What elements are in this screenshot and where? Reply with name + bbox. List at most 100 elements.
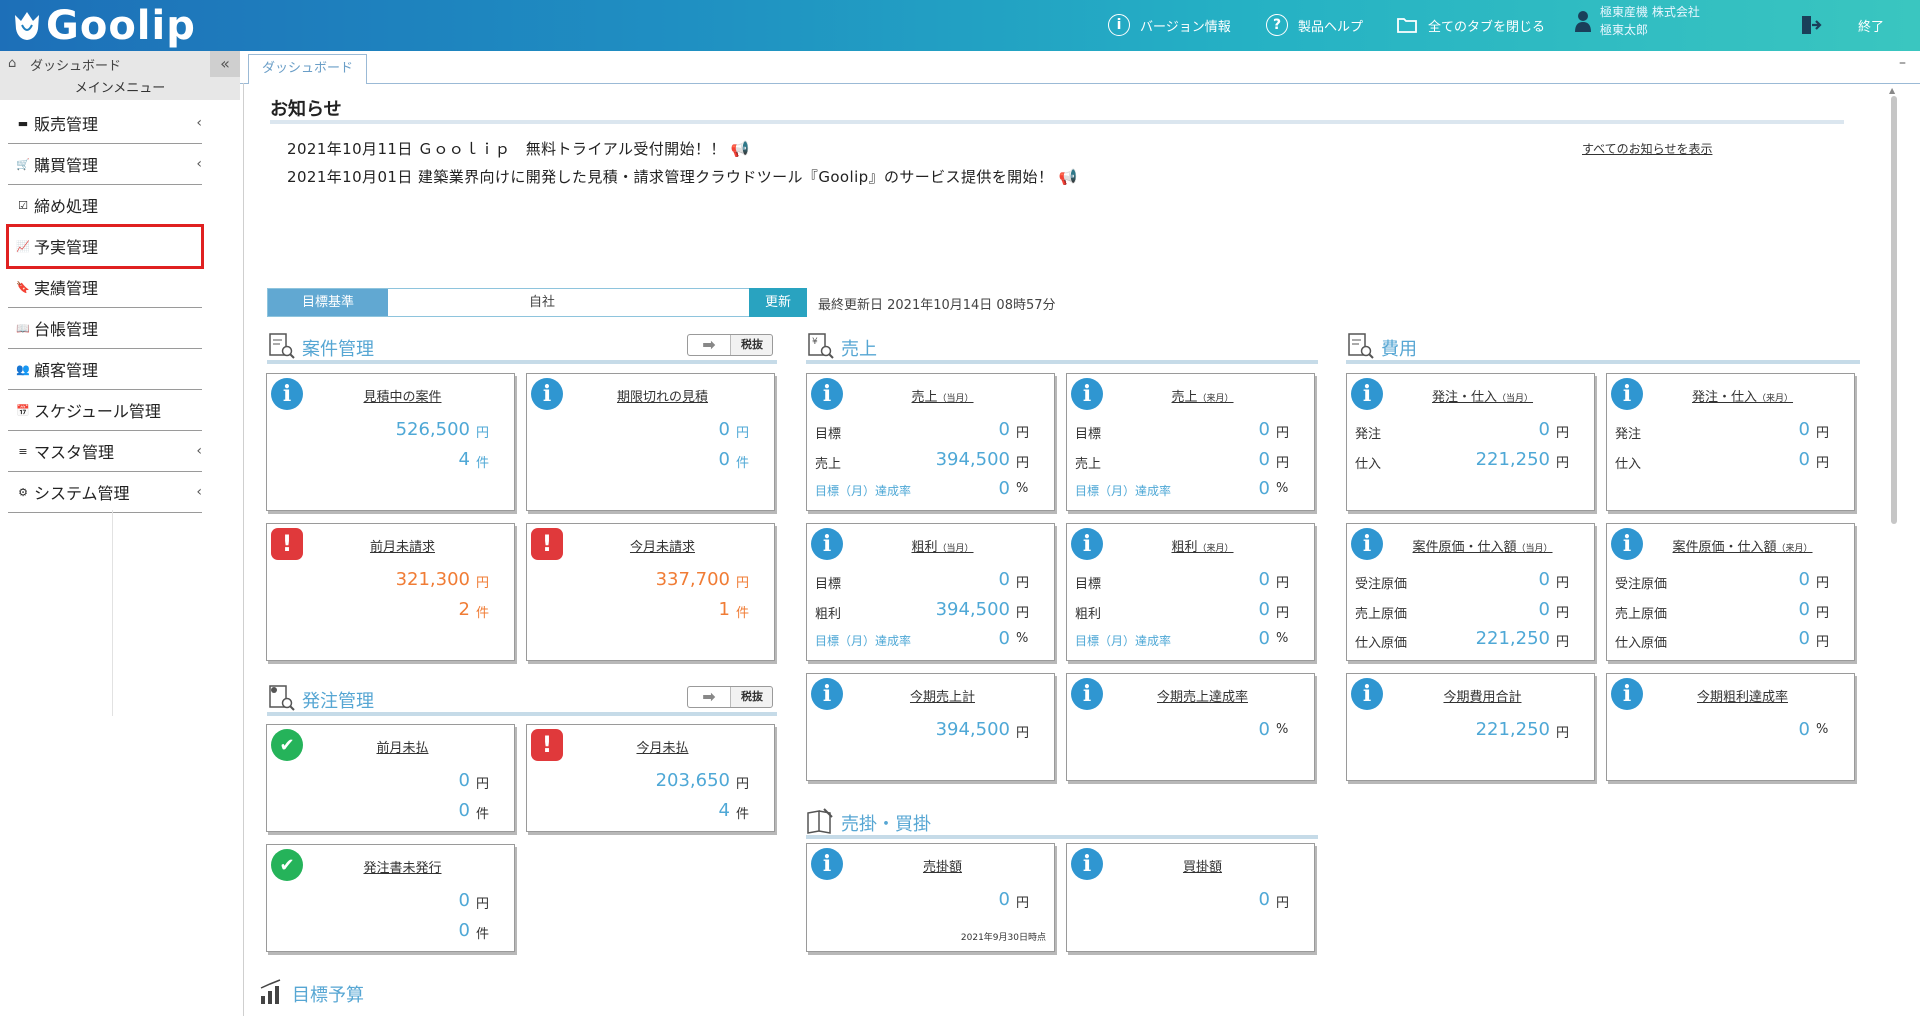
card-title-link[interactable]: 案件原価・仕入額（来月） bbox=[1647, 536, 1838, 555]
minimize-button[interactable]: – bbox=[1899, 55, 1906, 71]
double-chevron-left-icon: « bbox=[220, 54, 230, 73]
sidebar-collapse-button[interactable]: « bbox=[210, 51, 240, 77]
scroll-up-arrow-icon[interactable]: ▲ bbox=[1889, 86, 1895, 95]
row-label: 売上 bbox=[815, 457, 842, 472]
goolip-logo[interactable]: Goolip bbox=[12, 3, 196, 49]
card-title-link[interactable]: 売上（来月） bbox=[1107, 386, 1298, 405]
notice-item[interactable]: 2021年10月11日 Ｇｏｏｌｉｐ 無料トライアル受付開始！！ 📢 bbox=[287, 138, 750, 159]
card-title-link[interactable]: 今月未請求 bbox=[567, 536, 758, 555]
card-title-link[interactable]: 今期売上計 bbox=[847, 686, 1038, 705]
unit-label: % bbox=[1816, 722, 1829, 737]
row-label: 売上 bbox=[1075, 457, 1102, 472]
unit-label: 円 bbox=[1816, 606, 1830, 621]
card-title-link[interactable]: 見積中の案件 bbox=[307, 386, 498, 405]
section-sales: ¥ 売上 bbox=[806, 330, 1318, 364]
unit-label: 円 bbox=[736, 777, 750, 792]
unit-label: % bbox=[1016, 631, 1029, 646]
version-info-button[interactable]: i バージョン情報 bbox=[1108, 10, 1231, 40]
user-info[interactable]: 極東産機 株式会社 極東太郎 bbox=[1574, 5, 1700, 37]
show-all-notices-link[interactable]: すべてのお知らせを表示 bbox=[1582, 140, 1712, 157]
card-title-link[interactable]: 粗利（当月） bbox=[847, 536, 1038, 555]
row-label: 売上原価 bbox=[1615, 607, 1668, 622]
card-title-link[interactable]: 前月未請求 bbox=[307, 536, 498, 555]
section-title: 売掛・買掛 bbox=[841, 814, 931, 835]
sidebar-item-results[interactable]: 🔖 実績管理 bbox=[8, 267, 202, 308]
target-basis-select[interactable]: 自社 bbox=[388, 289, 696, 316]
row-label: 仕入原価 bbox=[1615, 636, 1668, 651]
row-label: 目標 bbox=[1075, 577, 1102, 592]
section-receivables: 売掛・買掛 bbox=[806, 805, 1318, 839]
arrow-right-icon: ➡ bbox=[688, 335, 731, 355]
unit-label: 円 bbox=[1276, 426, 1290, 441]
sidebar-item-sales[interactable]: ▬ 販売管理 ‹ bbox=[8, 103, 202, 144]
unit-label: 円 bbox=[1276, 896, 1290, 911]
tax-toggle[interactable]: ➡ 税抜 bbox=[687, 334, 773, 356]
logo-text: Goolip bbox=[46, 3, 196, 49]
unit-label: 円 bbox=[1556, 635, 1570, 650]
as-of-date: 2021年9月30日時点 bbox=[960, 933, 1046, 943]
card-project-cost-this-month: i 案件原価・仕入額（当月） 受注原価 0 円 売上原価 0 円 仕入原価 221,250… bbox=[1346, 523, 1595, 661]
unit-label: 円 bbox=[1016, 606, 1030, 621]
card-title-link[interactable]: 発注・仕入（当月） bbox=[1387, 386, 1578, 405]
sidebar-item-system[interactable]: ⚙ システム管理 ‹ bbox=[8, 472, 202, 513]
card-title-link[interactable]: 今期費用合計 bbox=[1387, 686, 1578, 705]
update-button[interactable]: 更新 bbox=[749, 288, 807, 317]
card-title-link[interactable]: 今月未払 bbox=[567, 737, 758, 756]
info-icon: i bbox=[811, 378, 843, 410]
growth-chart-icon bbox=[260, 979, 281, 1004]
unit-label: 件 bbox=[736, 807, 750, 822]
unit-label: 円 bbox=[1016, 896, 1030, 911]
card-title-link[interactable]: 売上（当月） bbox=[847, 386, 1038, 405]
cart-icon: 🛒 bbox=[16, 157, 30, 171]
vertical-scrollbar[interactable] bbox=[1891, 96, 1897, 524]
sidebar-item-budget-actual[interactable]: 📈 予実管理 bbox=[6, 224, 204, 269]
cost-value: 0 bbox=[1798, 599, 1810, 620]
actual-value: 0 bbox=[1258, 599, 1270, 620]
target-value: 0 bbox=[1258, 419, 1270, 440]
count-value: 2 bbox=[458, 599, 470, 620]
card-title-link[interactable]: 今期売上達成率 bbox=[1107, 686, 1298, 705]
sidebar-item-master[interactable]: ≡ マスタ管理 ‹ bbox=[8, 431, 202, 472]
sidebar-item-closing[interactable]: ☑ 締め処理 bbox=[8, 185, 202, 226]
card-title-link[interactable]: 粗利（来月） bbox=[1107, 536, 1298, 555]
close-all-tabs-button[interactable]: 全てのタブを閉じる bbox=[1396, 10, 1545, 40]
product-help-button[interactable]: ? 製品ヘルプ bbox=[1266, 10, 1363, 40]
sidebar-item-ledger[interactable]: 📖 台帳管理 bbox=[8, 308, 202, 349]
actual-value: 0 bbox=[1258, 449, 1270, 470]
card-title-link[interactable]: 案件原価・仕入額（当月） bbox=[1387, 536, 1578, 555]
card-period-sales-total: i 今期売上計 394,500 円 bbox=[806, 673, 1055, 781]
sidebar-item-label: マスタ管理 bbox=[34, 443, 115, 462]
unit-label: 円 bbox=[1556, 576, 1570, 591]
tax-toggle[interactable]: ➡ 税抜 bbox=[687, 686, 773, 708]
home-icon[interactable]: ⌂ bbox=[8, 56, 16, 71]
card-title-link[interactable]: 今期粗利達成率 bbox=[1647, 686, 1838, 705]
section-title: 目標予算 bbox=[292, 985, 364, 1006]
tab-dashboard[interactable]: ダッシュボード bbox=[248, 54, 367, 84]
card-title-link[interactable]: 買掛額 bbox=[1107, 856, 1298, 875]
info-icon: i bbox=[271, 378, 303, 410]
target-value: 0 bbox=[1258, 569, 1270, 590]
notice-item[interactable]: 2021年10月01日 建築業界向けに開発した見積・請求管理クラウドツール『Go… bbox=[287, 166, 1078, 187]
card-title-link[interactable]: 前月未払 bbox=[307, 737, 498, 756]
amount-value: 337,700 bbox=[655, 569, 730, 590]
card-title-link[interactable]: 発注・仕入（来月） bbox=[1647, 386, 1838, 405]
sidebar-item-label: 購買管理 bbox=[34, 156, 99, 175]
unit-label: % bbox=[1276, 722, 1289, 737]
sidebar-item-customers[interactable]: 👥 顧客管理 bbox=[8, 349, 202, 390]
exit-button[interactable]: 終了 bbox=[1800, 10, 1884, 40]
rate-value: 0 bbox=[998, 478, 1010, 499]
card-title-link[interactable]: 期限切れの見積 bbox=[567, 386, 758, 405]
info-icon: i bbox=[1611, 678, 1643, 710]
sidebar-item-purchase[interactable]: 🛒 購買管理 ‹ bbox=[8, 144, 202, 185]
unit-label: 円 bbox=[476, 897, 490, 912]
sidebar-breadcrumb: ⌂ ダッシュボード bbox=[0, 51, 240, 78]
card-expired-estimates: i 期限切れの見積 0円 0件 bbox=[526, 373, 775, 511]
sidebar-item-schedule[interactable]: 📅 スケジュール管理 bbox=[8, 390, 202, 431]
info-icon: i bbox=[1108, 14, 1130, 36]
card-last-month-unbilled: ! 前月未請求 321,300 円 2件 bbox=[266, 523, 515, 661]
card-title-link[interactable]: 発注書未発行 bbox=[307, 857, 498, 876]
card-title-link[interactable]: 売掛額 bbox=[847, 856, 1038, 875]
version-info-label: バージョン情報 bbox=[1140, 19, 1231, 35]
row-label: 目標（月）達成率 bbox=[1075, 634, 1172, 648]
unit-label: 円 bbox=[1276, 576, 1290, 591]
